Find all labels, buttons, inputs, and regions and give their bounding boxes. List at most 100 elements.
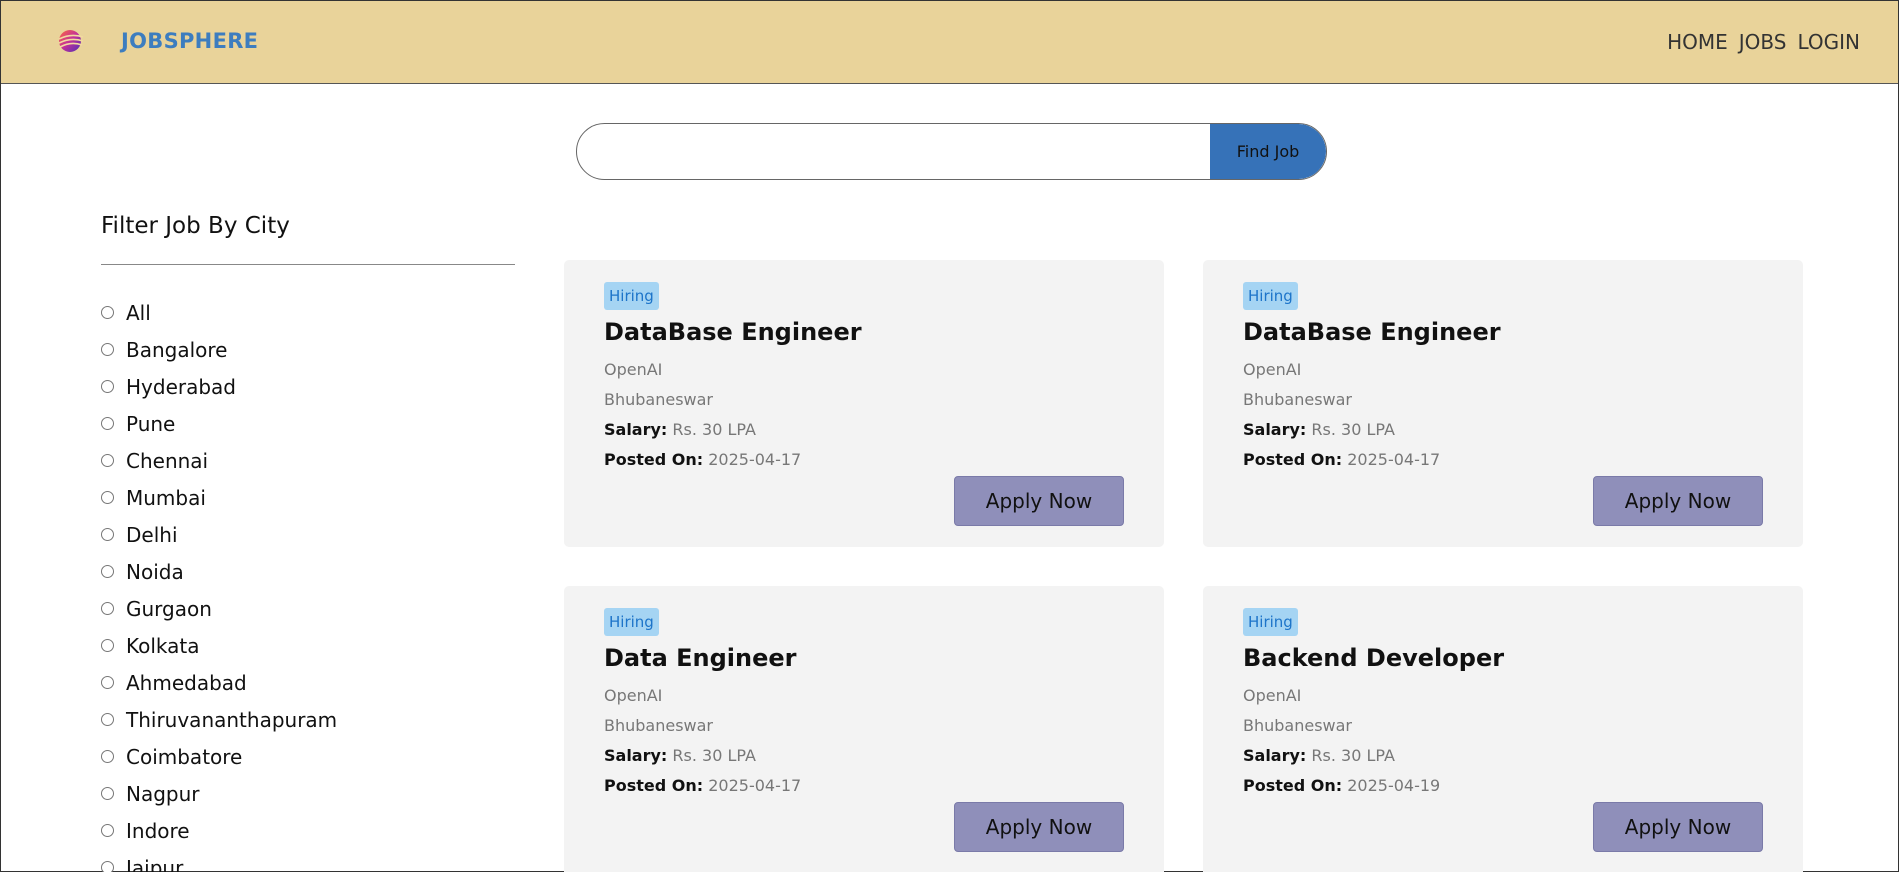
radio-button[interactable] [101, 676, 114, 689]
city-option-thiruvananthapuram[interactable]: Thiruvananthapuram [101, 701, 337, 738]
job-salary: Salary: Rs. 30 LPA [604, 420, 756, 439]
city-option-hyderabad[interactable]: Hyderabad [101, 368, 337, 405]
salary-label: Salary: [604, 420, 668, 439]
radio-button[interactable] [101, 824, 114, 837]
city-label: All [126, 300, 151, 325]
radio-button[interactable] [101, 306, 114, 319]
salary-label: Salary: [604, 746, 668, 765]
radio-button[interactable] [101, 417, 114, 430]
radio-button[interactable] [101, 750, 114, 763]
salary-value: Rs. 30 LPA [1311, 420, 1395, 439]
radio-button[interactable] [101, 454, 114, 467]
salary-value: Rs. 30 LPA [1311, 746, 1395, 765]
city-option-bangalore[interactable]: Bangalore [101, 331, 337, 368]
search-bar: Find Job [576, 123, 1327, 180]
salary-value: Rs. 30 LPA [672, 420, 756, 439]
posted-on-label: Posted On: [1243, 776, 1343, 795]
city-option-mumbai[interactable]: Mumbai [101, 479, 337, 516]
brand-name[interactable]: JOBSPHERE [121, 29, 258, 53]
apply-now-button[interactable]: Apply Now [1593, 802, 1763, 852]
job-title: Backend Developer [1243, 644, 1505, 672]
apply-now-button[interactable]: Apply Now [954, 802, 1124, 852]
hiring-badge: Hiring [1243, 608, 1298, 636]
job-card: Hiring DataBase Engineer OpenAI Bhubanes… [1203, 260, 1803, 547]
city-option-delhi[interactable]: Delhi [101, 516, 337, 553]
city-option-indore[interactable]: Indore [101, 812, 337, 849]
salary-label: Salary: [1243, 420, 1307, 439]
job-location: Bhubaneswar [1243, 390, 1353, 409]
radio-button[interactable] [101, 602, 114, 615]
job-title: DataBase Engineer [1243, 318, 1501, 346]
posted-on-value: 2025-04-17 [708, 450, 802, 469]
job-title: Data Engineer [604, 644, 797, 672]
city-option-nagpur[interactable]: Nagpur [101, 775, 337, 812]
job-company: OpenAI [1243, 686, 1302, 705]
radio-button[interactable] [101, 343, 114, 356]
job-location: Bhubaneswar [604, 390, 714, 409]
city-label: Bangalore [126, 337, 228, 362]
radio-button[interactable] [101, 713, 114, 726]
job-location: Bhubaneswar [1243, 716, 1353, 735]
city-option-kolkata[interactable]: Kolkata [101, 627, 337, 664]
hiring-badge: Hiring [1243, 282, 1298, 310]
navbar: JOBSPHERE HOME JOBS LOGIN [1, 1, 1898, 84]
nav-link-home[interactable]: HOME [1667, 30, 1728, 54]
radio-button[interactable] [101, 528, 114, 541]
city-option-gurgaon[interactable]: Gurgaon [101, 590, 337, 627]
city-option-coimbatore[interactable]: Coimbatore [101, 738, 337, 775]
nav-link-login[interactable]: LOGIN [1797, 30, 1860, 54]
city-label: Thiruvananthapuram [126, 707, 338, 732]
posted-on-label: Posted On: [1243, 450, 1343, 469]
logo-icon[interactable] [56, 28, 86, 54]
posted-on-label: Posted On: [604, 450, 704, 469]
job-title: DataBase Engineer [604, 318, 862, 346]
city-label: Delhi [126, 522, 178, 547]
radio-button[interactable] [101, 639, 114, 652]
city-option-jaipur[interactable]: Jaipur [101, 849, 337, 872]
city-label: Chennai [126, 448, 209, 473]
nav-links: HOME JOBS LOGIN [1667, 30, 1860, 54]
city-option-chennai[interactable]: Chennai [101, 442, 337, 479]
search-input[interactable] [577, 124, 1210, 179]
job-posted-date: Posted On: 2025-04-17 [604, 450, 801, 469]
city-option-noida[interactable]: Noida [101, 553, 337, 590]
city-label: Gurgaon [126, 596, 212, 621]
job-card: Hiring DataBase Engineer OpenAI Bhubanes… [564, 260, 1164, 547]
nav-link-jobs[interactable]: JOBS [1739, 30, 1787, 54]
find-job-button[interactable]: Find Job [1210, 124, 1326, 179]
city-label: Coimbatore [126, 744, 243, 769]
city-label: Pune [126, 411, 176, 436]
job-location: Bhubaneswar [604, 716, 714, 735]
apply-now-button[interactable]: Apply Now [1593, 476, 1763, 526]
posted-on-label: Posted On: [604, 776, 704, 795]
city-filter-list: All Bangalore Hyderabad Pune Chennai Mum… [101, 294, 337, 872]
job-salary: Salary: Rs. 30 LPA [1243, 420, 1395, 439]
radio-button[interactable] [101, 380, 114, 393]
city-label: Indore [126, 818, 190, 843]
city-option-ahmedabad[interactable]: Ahmedabad [101, 664, 337, 701]
posted-on-value: 2025-04-17 [708, 776, 802, 795]
filter-divider [101, 264, 515, 265]
job-salary: Salary: Rs. 30 LPA [1243, 746, 1395, 765]
apply-now-button[interactable]: Apply Now [954, 476, 1124, 526]
posted-on-value: 2025-04-17 [1347, 450, 1441, 469]
radio-button[interactable] [101, 787, 114, 800]
posted-on-value: 2025-04-19 [1347, 776, 1441, 795]
job-posted-date: Posted On: 2025-04-19 [1243, 776, 1440, 795]
job-company: OpenAI [1243, 360, 1302, 379]
radio-button[interactable] [101, 491, 114, 504]
city-label: Nagpur [126, 781, 200, 806]
city-label: Jaipur [126, 855, 184, 872]
city-label: Hyderabad [126, 374, 236, 399]
job-salary: Salary: Rs. 30 LPA [604, 746, 756, 765]
job-company: OpenAI [604, 686, 663, 705]
city-label: Kolkata [126, 633, 200, 658]
radio-button[interactable] [101, 565, 114, 578]
city-option-all[interactable]: All [101, 294, 337, 331]
job-card: Hiring Backend Developer OpenAI Bhubanes… [1203, 586, 1803, 872]
job-card: Hiring Data Engineer OpenAI Bhubaneswar … [564, 586, 1164, 872]
job-company: OpenAI [604, 360, 663, 379]
city-option-pune[interactable]: Pune [101, 405, 337, 442]
city-label: Mumbai [126, 485, 206, 510]
radio-button[interactable] [101, 861, 114, 872]
